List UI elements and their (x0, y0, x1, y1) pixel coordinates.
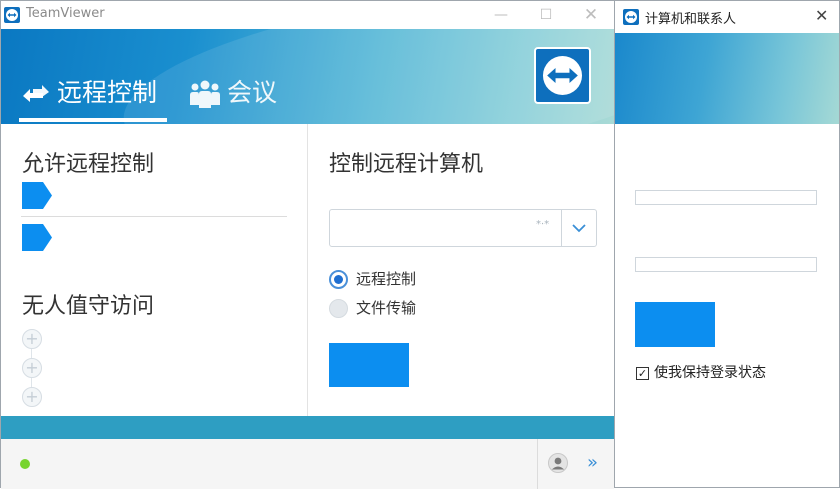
your-id-tag-icon (22, 182, 52, 209)
tab-meeting[interactable]: 会议 (189, 73, 277, 113)
active-tab-indicator (19, 118, 167, 122)
tab-remote-control[interactable]: 远程控制 (21, 73, 157, 113)
plus-circle-icon[interactable]: + (22, 329, 42, 349)
tab-remote-control-label: 远程控制 (57, 78, 158, 107)
radio-remote-control[interactable]: 远程控制 (329, 268, 416, 290)
keep-signed-in-label: 使我保持登录状态 (654, 365, 766, 381)
double-chevron-right-icon[interactable]: » (587, 452, 598, 473)
teamviewer-logo-icon (4, 7, 20, 23)
header-banner: 远程控制 会议 (1, 29, 614, 124)
sign-in-button[interactable] (635, 302, 715, 347)
contacts-window-title: 计算机和联系人 (645, 12, 737, 27)
radio-file-transfer-label: 文件传输 (356, 299, 417, 317)
footer-separator (537, 439, 538, 489)
status-strip (1, 416, 614, 439)
radio-unselected-icon[interactable] (329, 299, 348, 318)
connect-button[interactable] (329, 343, 409, 387)
close-button[interactable]: ✕ (580, 4, 602, 26)
password-tag-icon (22, 224, 52, 251)
radio-remote-control-label: 远程控制 (356, 270, 417, 288)
connection-status-indicator (20, 459, 30, 469)
title-bar: TeamViewer — ☐ ✕ (1, 1, 615, 29)
people-icon (190, 80, 220, 108)
contacts-header-banner (615, 33, 839, 124)
control-remote-computer-panel: 控制远程计算机 *⋅* 远程控制 文件传输 (307, 124, 614, 416)
arrows-icon (23, 85, 49, 102)
footer-bar: » (1, 439, 614, 489)
section-divider (21, 216, 287, 217)
user-account-icon[interactable] (548, 453, 568, 473)
checkbox-checked-icon[interactable]: ✓ (636, 366, 649, 380)
radio-file-transfer[interactable]: 文件传输 (329, 297, 416, 319)
teamviewer-brand-logo-icon (534, 47, 591, 104)
control-remote-computer-heading: 控制远程计算机 (329, 152, 484, 177)
password-field[interactable] (635, 257, 817, 272)
allow-remote-control-panel: 允许远程控制 无人值守访问 + + + (1, 124, 307, 416)
radio-selected-icon[interactable] (329, 270, 348, 289)
email-field[interactable] (635, 190, 817, 205)
sparkle-icon: *⋅* (536, 219, 550, 230)
partner-id-combobox[interactable]: *⋅* (329, 209, 597, 247)
minimize-button[interactable]: — (490, 4, 512, 26)
plus-circle-icon[interactable]: + (22, 358, 42, 378)
combobox-separator (561, 210, 562, 246)
window-title: TeamViewer (26, 6, 105, 21)
teamviewer-main-window: TeamViewer — ☐ ✕ 远程控制 会议 允许远程控制 无人值守访问 +… (0, 0, 615, 489)
teamviewer-logo-icon (623, 9, 639, 25)
unattended-access-heading: 无人值守访问 (22, 294, 155, 319)
plus-circle-icon[interactable]: + (22, 387, 42, 407)
computers-contacts-window: 计算机和联系人 ✕ ✓ 使我保持登录状态 (614, 0, 840, 488)
tab-meeting-label: 会议 (227, 78, 278, 107)
contacts-close-button[interactable]: ✕ (815, 6, 828, 25)
chevron-down-icon[interactable] (570, 219, 588, 237)
allow-remote-control-heading: 允许远程控制 (22, 152, 155, 177)
keep-signed-in-checkbox-row[interactable]: ✓ 使我保持登录状态 (636, 363, 766, 383)
maximize-button[interactable]: ☐ (535, 4, 557, 26)
contacts-title-bar: 计算机和联系人 ✕ (615, 1, 839, 33)
